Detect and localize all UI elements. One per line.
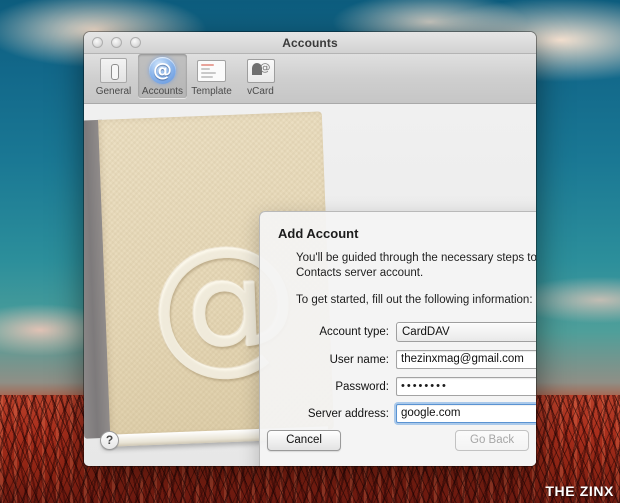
window-title: Accounts xyxy=(282,35,338,50)
window-titlebar[interactable]: Accounts xyxy=(84,32,536,54)
label-user-name: User name: xyxy=(329,353,389,366)
label-password: Password: xyxy=(335,380,389,393)
toolbar-item-vcard[interactable]: @ vCard xyxy=(236,54,285,98)
card-icon xyxy=(196,57,227,85)
window-content: @ Add Account You'll be guided through t… xyxy=(84,104,536,466)
user-name-input[interactable]: thezinxmag@gmail.com xyxy=(396,350,536,369)
accounts-preferences-window[interactable]: Accounts General @ Accounts Template @ v… xyxy=(84,32,536,466)
account-type-select[interactable]: CardDAV xyxy=(396,322,536,342)
sheet-paragraph-1: You'll be guided through the necessary s… xyxy=(296,252,536,279)
sheet-title: Add Account xyxy=(278,226,359,241)
toolbar-item-general[interactable]: General xyxy=(89,54,138,98)
label-account-type: Account type: xyxy=(319,326,389,338)
watermark: THE ZINX xyxy=(545,483,614,499)
row-password: Password: •••••••• xyxy=(284,377,536,396)
general-icon xyxy=(98,57,129,85)
vcard-icon: @ xyxy=(245,57,276,85)
password-input[interactable]: •••••••• xyxy=(396,377,536,396)
toolbar-label-accounts: Accounts xyxy=(141,86,184,97)
row-account-type: Account type: CardDAV xyxy=(284,322,536,342)
row-user-name: User name: thezinxmag@gmail.com xyxy=(284,350,536,369)
toolbar-label-general: General xyxy=(95,86,132,97)
account-type-value: CardDAV xyxy=(402,326,450,338)
sheet-paragraph-2: To get started, fill out the following i… xyxy=(296,294,533,306)
preferences-toolbar[interactable]: General @ Accounts Template @ vCard xyxy=(84,54,536,104)
toolbar-item-accounts[interactable]: @ Accounts xyxy=(138,54,187,98)
sheet-button-bar: ? Cancel Go Back Create xyxy=(84,414,536,466)
at-sign-icon: @ xyxy=(147,57,178,85)
desktop-background: Accounts General @ Accounts Template @ v… xyxy=(0,0,620,503)
go-back-button: Go Back xyxy=(455,429,530,451)
toolbar-item-template[interactable]: Template xyxy=(187,54,236,98)
help-button[interactable]: ? xyxy=(100,430,119,450)
toolbar-label-template: Template xyxy=(191,86,232,97)
account-form: Account type: CardDAV User name: thezinx… xyxy=(284,322,536,423)
toolbar-label-vcard: vCard xyxy=(247,86,274,97)
cancel-button[interactable]: Cancel xyxy=(267,429,341,451)
